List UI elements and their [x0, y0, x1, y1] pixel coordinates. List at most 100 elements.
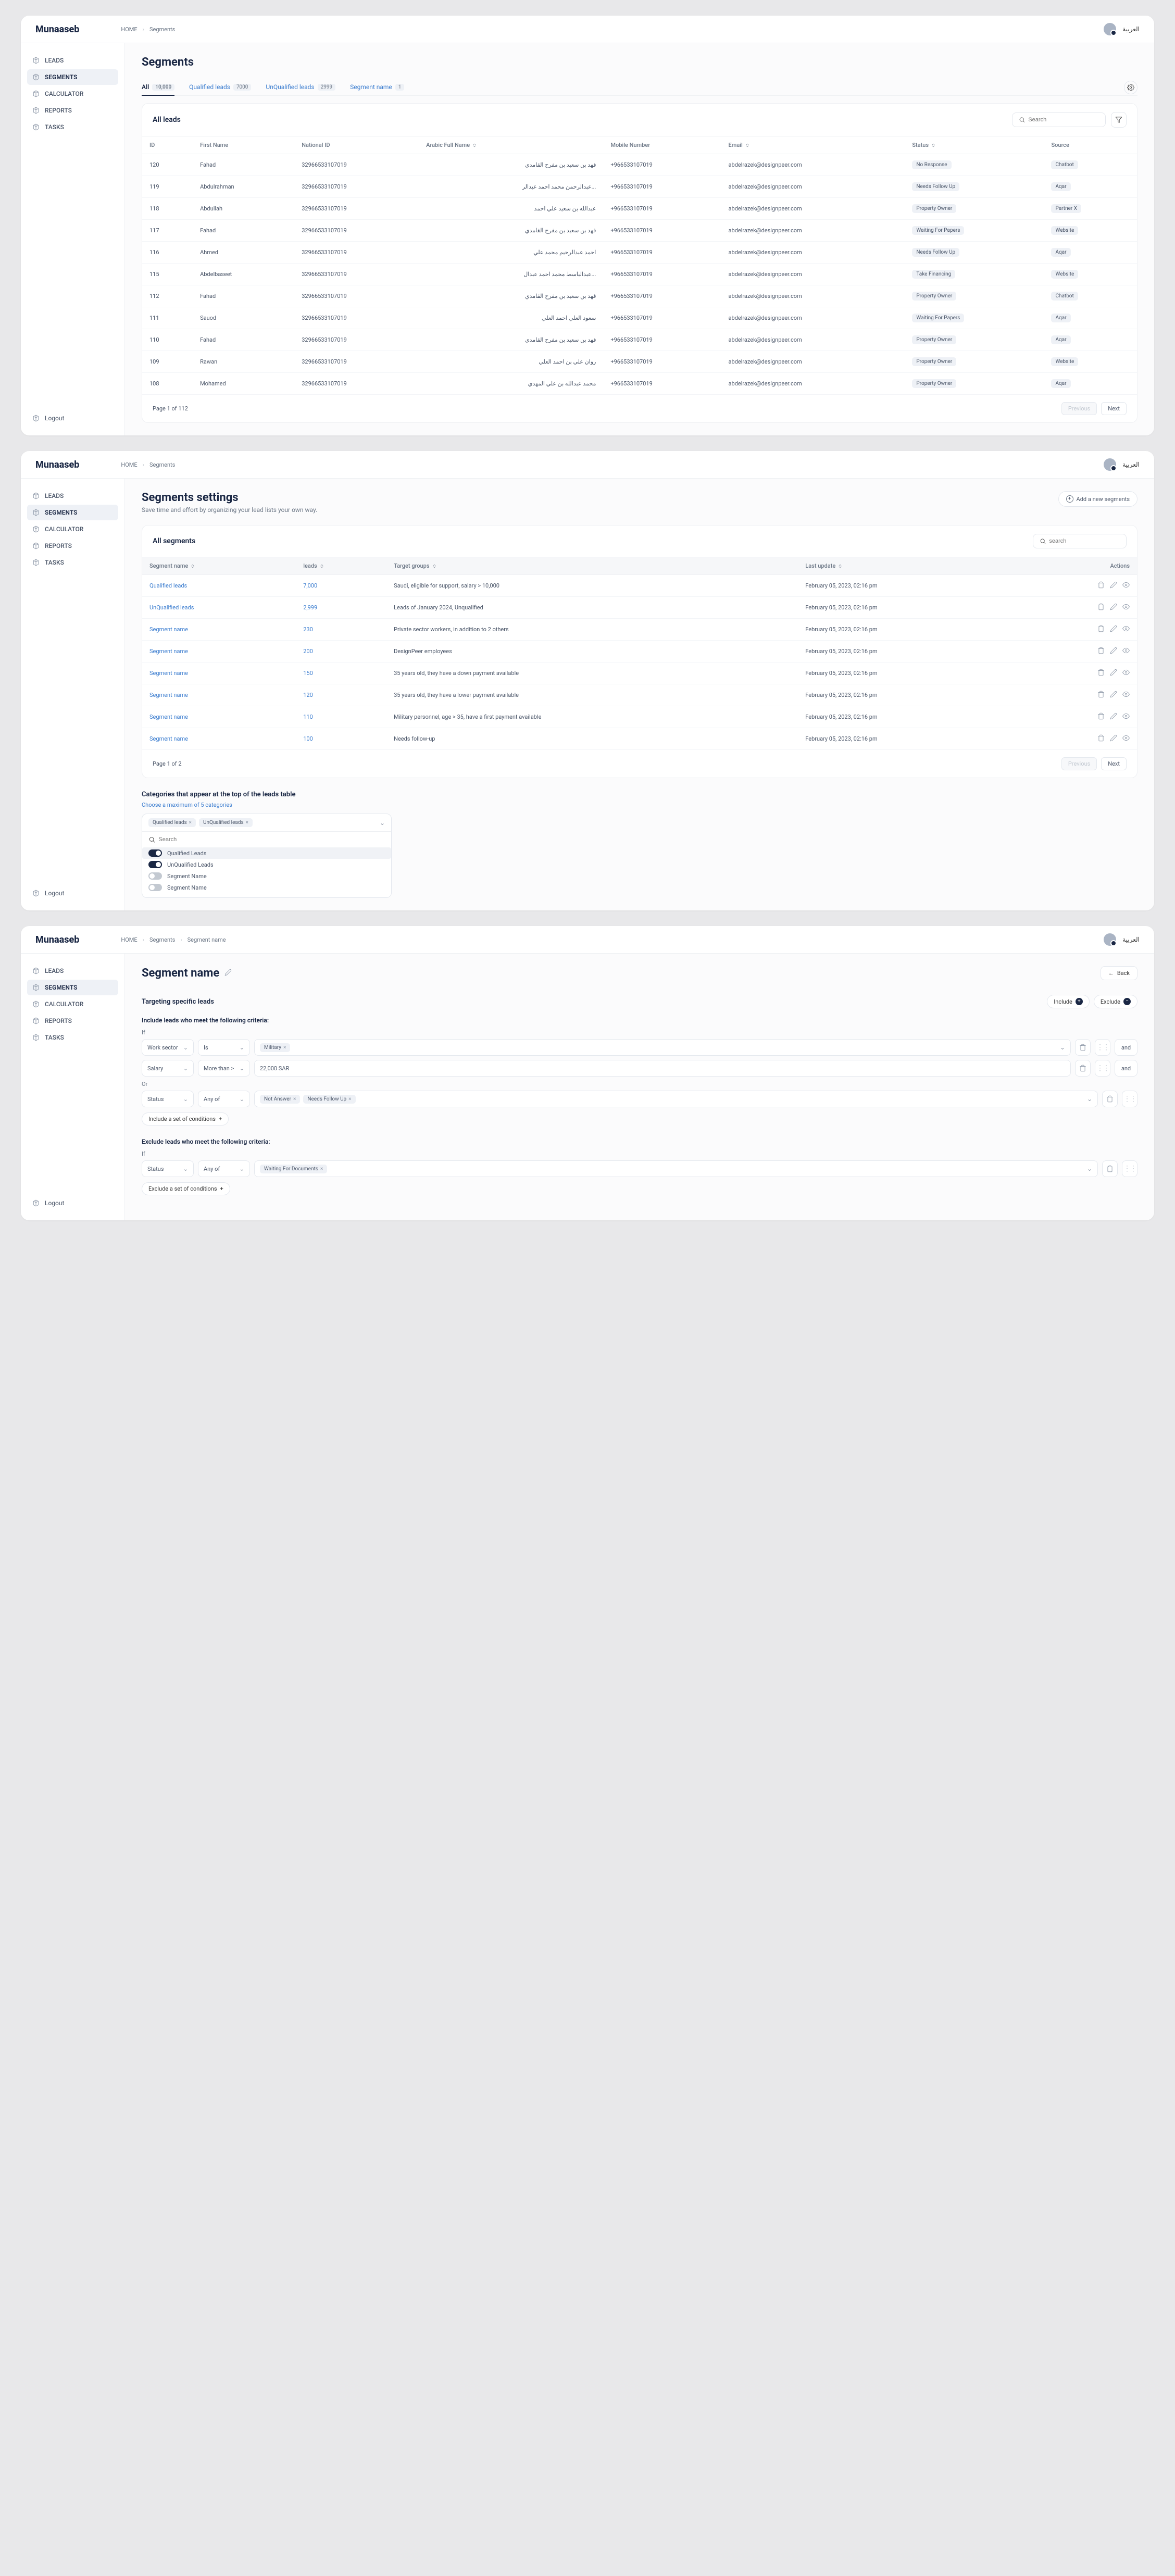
- table-row[interactable]: 117 Fahad 32966533107019 فهد بن سعيد بن …: [142, 220, 1137, 242]
- nav-segments[interactable]: SEGMENTS: [27, 505, 118, 520]
- table-row[interactable]: Segment name 110 Military personnel, age…: [142, 706, 1137, 728]
- col-firstname[interactable]: First Name: [193, 136, 294, 154]
- drag-handle[interactable]: ⋮⋮: [1122, 1091, 1138, 1107]
- crumb-home[interactable]: HOME: [121, 461, 137, 468]
- col-source[interactable]: Source: [1044, 136, 1137, 154]
- edit-button[interactable]: [1110, 691, 1117, 699]
- segment-link[interactable]: Segment name: [149, 714, 188, 720]
- logout-button[interactable]: Logout: [27, 1195, 118, 1211]
- crumb-home[interactable]: HOME: [121, 26, 137, 33]
- toggle[interactable]: [148, 872, 162, 880]
- edit-button[interactable]: [1110, 603, 1117, 612]
- value-chip[interactable]: Needs Follow Up×: [303, 1095, 355, 1104]
- table-row[interactable]: 111 Sauod 32966533107019 سعود العلي احمد…: [142, 307, 1137, 329]
- table-row[interactable]: Segment name 100 Needs follow-up Februar…: [142, 728, 1137, 750]
- view-button[interactable]: [1122, 691, 1130, 699]
- remove-icon[interactable]: ×: [293, 1096, 296, 1102]
- logout-button[interactable]: Logout: [27, 885, 118, 901]
- edit-button[interactable]: [1110, 625, 1117, 634]
- edit-button[interactable]: [1110, 712, 1117, 721]
- table-row[interactable]: Segment name 120 35 years old, they have…: [142, 684, 1137, 706]
- avatar[interactable]: [1104, 23, 1116, 35]
- delete-button[interactable]: [1097, 625, 1105, 634]
- table-row[interactable]: 112 Fahad 32966533107019 فهد بن سعيد بن …: [142, 285, 1137, 307]
- table-row[interactable]: 108 Mohamed 32966533107019 محمد عبدالله …: [142, 373, 1137, 395]
- table-row[interactable]: 119 Abdulrahman 32966533107019 ...عبدالر…: [142, 176, 1137, 198]
- view-button[interactable]: [1122, 669, 1130, 678]
- remove-icon[interactable]: ×: [246, 820, 248, 826]
- view-button[interactable]: [1122, 625, 1130, 634]
- value-input[interactable]: Military× ⌄: [254, 1039, 1071, 1056]
- delete-condition[interactable]: [1075, 1039, 1091, 1056]
- remove-icon[interactable]: ×: [320, 1166, 323, 1172]
- crumb-segments[interactable]: Segments: [149, 936, 175, 943]
- delete-button[interactable]: [1097, 669, 1105, 678]
- crumb-segments[interactable]: Segments: [149, 461, 175, 468]
- edit-button[interactable]: [1110, 734, 1117, 743]
- nav-reports[interactable]: REPORTS: [27, 103, 118, 118]
- selected-chip[interactable]: UnQualified leads×: [199, 818, 253, 827]
- operator-select[interactable]: More than >⌄: [198, 1060, 250, 1077]
- table-row[interactable]: Segment name 230 Private sector workers,…: [142, 619, 1137, 641]
- settings-button[interactable]: [1124, 81, 1138, 94]
- filter-button[interactable]: [1111, 112, 1127, 128]
- table-row[interactable]: Qualified leads 7,000 Saudi, eligible fo…: [142, 575, 1137, 597]
- multiselect-option[interactable]: Segment Name: [148, 870, 385, 882]
- table-row[interactable]: UnQualified leads 2,999 Leads of January…: [142, 597, 1137, 619]
- language-switch[interactable]: العربية: [1122, 26, 1140, 33]
- toggle[interactable]: [148, 861, 162, 868]
- value-input[interactable]: Waiting For Documents× ⌄: [254, 1160, 1098, 1177]
- chevron-down-icon[interactable]: ⌄: [380, 819, 385, 827]
- edit-button[interactable]: [1110, 669, 1117, 678]
- avatar[interactable]: [1104, 933, 1116, 946]
- delete-condition[interactable]: [1102, 1091, 1118, 1107]
- col-lastupdate[interactable]: Last update: [798, 557, 1018, 575]
- field-select[interactable]: Work sector⌄: [142, 1039, 194, 1056]
- table-row[interactable]: 115 Abdelbaseet 32966533107019 ...عبدالب…: [142, 264, 1137, 285]
- remove-icon[interactable]: ×: [189, 820, 192, 826]
- delete-button[interactable]: [1097, 581, 1105, 590]
- logout-button[interactable]: Logout: [27, 410, 118, 426]
- remove-icon[interactable]: ×: [283, 1045, 286, 1051]
- tab-segment[interactable]: Segment name1: [350, 79, 404, 96]
- segment-link[interactable]: Segment name: [149, 735, 188, 742]
- segment-link[interactable]: Segment name: [149, 626, 188, 633]
- drag-handle[interactable]: ⋮⋮: [1095, 1060, 1110, 1077]
- selected-chip[interactable]: Qualified leads×: [148, 818, 196, 827]
- nav-leads[interactable]: LEADS: [27, 488, 118, 504]
- segment-link[interactable]: Segment name: [149, 670, 188, 677]
- exclude-button[interactable]: Exclude−: [1094, 995, 1138, 1008]
- delete-button[interactable]: [1097, 712, 1105, 721]
- table-row[interactable]: 118 Abdullah 32966533107019 عبدالله بن س…: [142, 198, 1137, 220]
- table-row[interactable]: 109 Rawan 32966533107019 روان علي بن احم…: [142, 351, 1137, 373]
- nav-reports[interactable]: REPORTS: [27, 538, 118, 554]
- nav-calculator[interactable]: CALCULATOR: [27, 86, 118, 102]
- multiselect-option[interactable]: Qualified Leads: [142, 847, 391, 859]
- toggle[interactable]: [148, 849, 162, 857]
- nav-tasks[interactable]: TASKS: [27, 555, 118, 570]
- search-field[interactable]: [1028, 117, 1099, 123]
- table-row[interactable]: 120 Fahad 32966533107019 فهد بن سعيد بن …: [142, 154, 1137, 176]
- value-chip[interactable]: Military×: [260, 1043, 290, 1052]
- col-id[interactable]: ID: [142, 136, 193, 154]
- delete-condition[interactable]: [1075, 1060, 1091, 1077]
- edit-button[interactable]: [1110, 581, 1117, 590]
- next-button[interactable]: Next: [1101, 757, 1127, 770]
- avatar[interactable]: [1104, 458, 1116, 471]
- add-segment-button[interactable]: + Add a new segments: [1058, 491, 1138, 507]
- nav-tasks[interactable]: TASKS: [27, 119, 118, 135]
- drag-handle[interactable]: ⋮⋮: [1122, 1160, 1138, 1177]
- col-segname[interactable]: Segment name: [142, 557, 296, 575]
- search-input[interactable]: [1012, 112, 1106, 127]
- nav-segments[interactable]: SEGMENTS: [27, 980, 118, 995]
- toggle[interactable]: [148, 884, 162, 891]
- table-row[interactable]: Segment name 150 35 years old, they have…: [142, 662, 1137, 684]
- col-email[interactable]: Email: [721, 136, 905, 154]
- include-button[interactable]: Include+: [1047, 995, 1090, 1008]
- nav-leads[interactable]: LEADS: [27, 963, 118, 979]
- crumb-segments[interactable]: Segments: [149, 26, 175, 33]
- operator-select[interactable]: Any of⌄: [198, 1091, 250, 1107]
- nav-tasks[interactable]: TASKS: [27, 1030, 118, 1045]
- view-button[interactable]: [1122, 603, 1130, 612]
- table-row[interactable]: 110 Fahad 32966533107019 فهد بن سعيد بن …: [142, 329, 1137, 351]
